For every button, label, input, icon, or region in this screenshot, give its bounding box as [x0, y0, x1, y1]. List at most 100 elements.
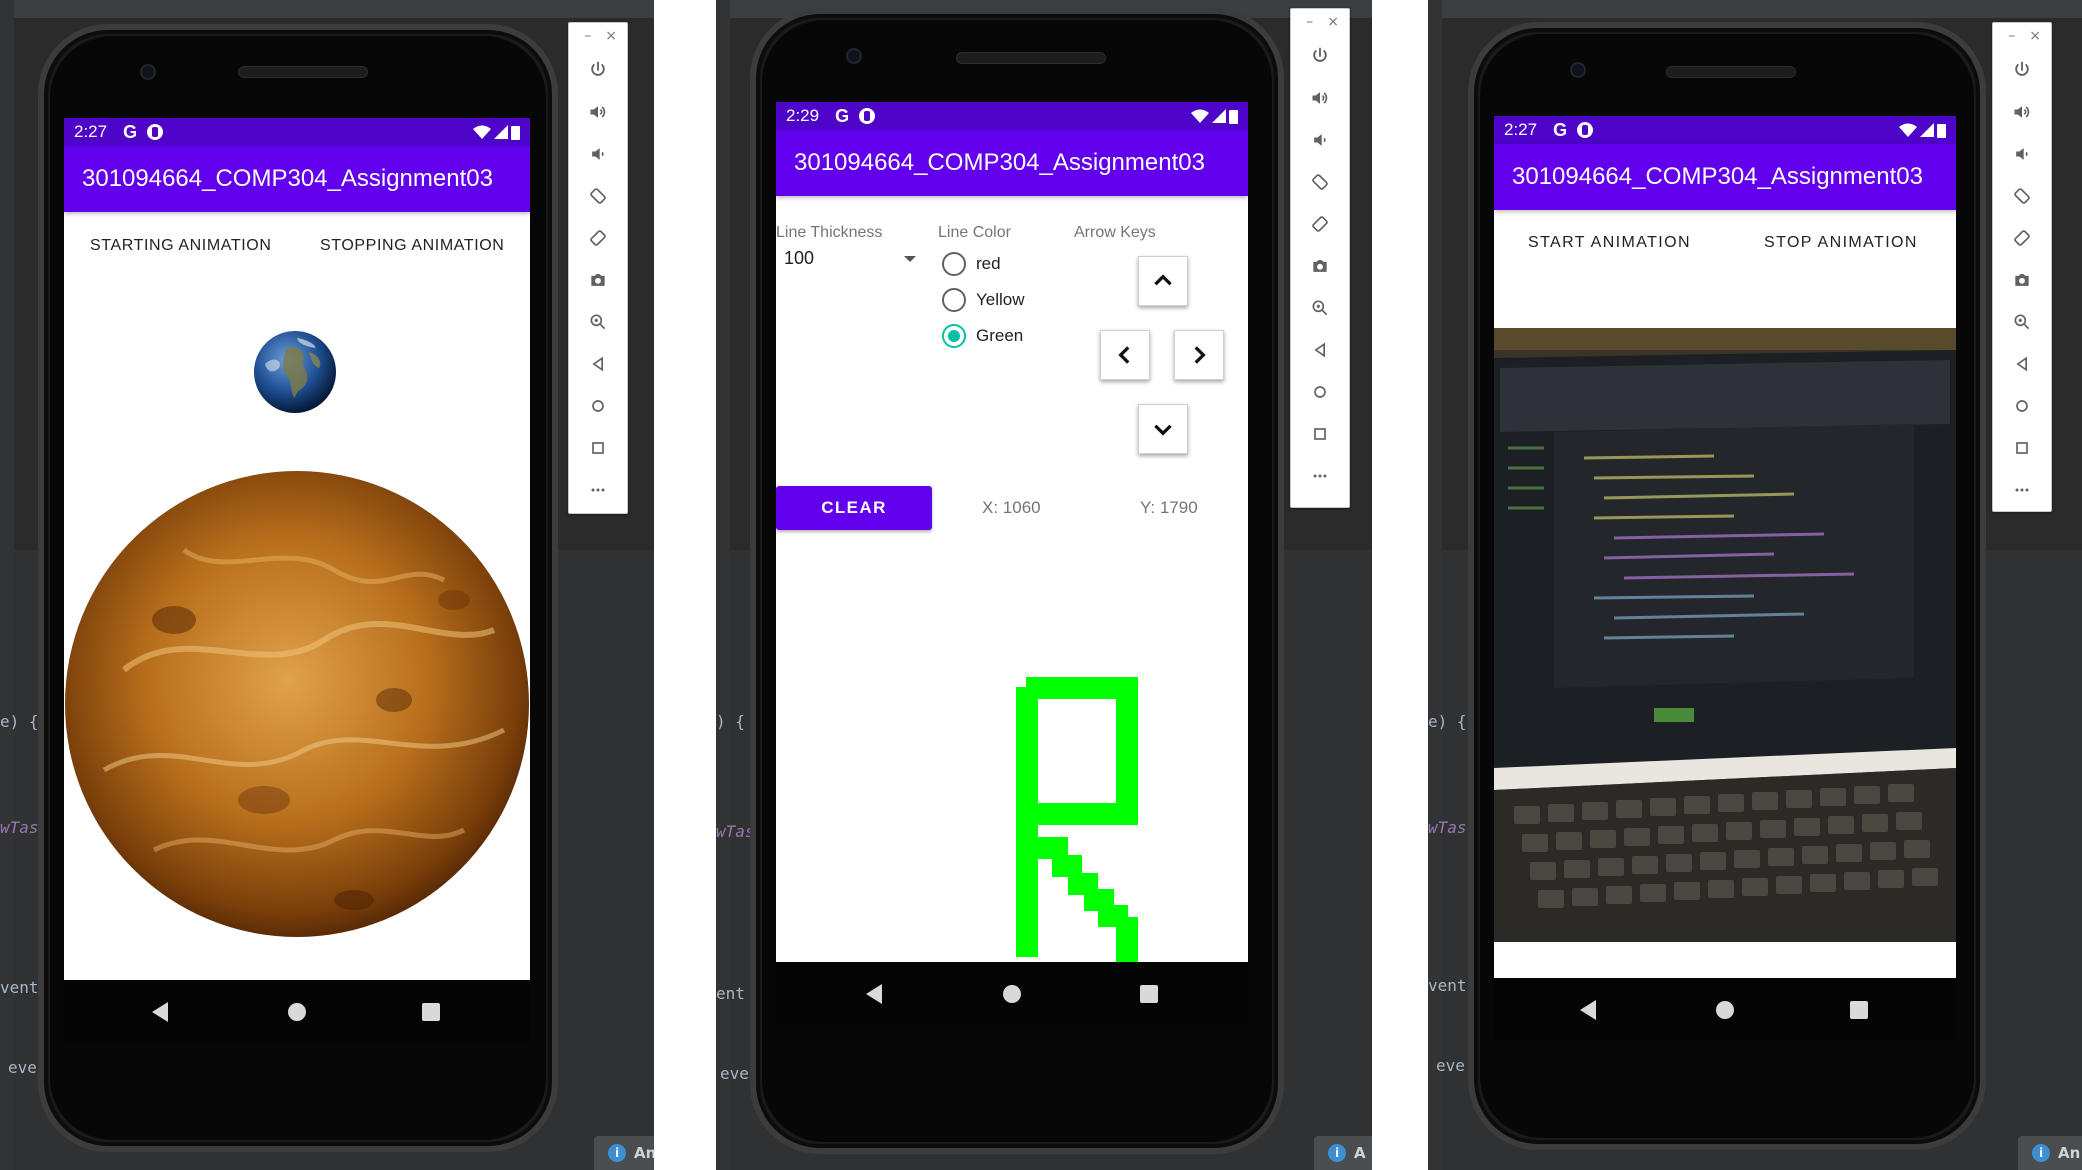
nav-home-icon[interactable] [1716, 1001, 1734, 1019]
arrow-left-button[interactable] [1100, 330, 1150, 380]
overview-icon[interactable] [1993, 427, 2051, 469]
front-camera [140, 64, 156, 80]
camera-icon[interactable] [1291, 245, 1349, 287]
more-icon[interactable] [569, 469, 627, 511]
close-icon[interactable]: × [605, 28, 617, 49]
power-icon[interactable] [1993, 49, 2051, 91]
code-fragment: e) { [1428, 712, 1467, 731]
power-icon[interactable] [569, 49, 627, 91]
rotate-right-icon[interactable] [1993, 217, 2051, 259]
y-coordinate-label: Y: 1790 [1140, 498, 1198, 517]
back-icon[interactable] [569, 343, 627, 385]
info-chip-label: An [2058, 1144, 2081, 1162]
battery-icon [511, 125, 520, 140]
camera-icon[interactable] [569, 259, 627, 301]
arrow-right-button[interactable] [1174, 330, 1224, 380]
zoom-icon[interactable] [1291, 287, 1349, 329]
front-camera [846, 48, 862, 64]
rotate-right-icon[interactable] [1291, 203, 1349, 245]
earpiece-speaker [238, 66, 368, 78]
minimize-icon[interactable]: – [584, 28, 591, 49]
more-icon[interactable] [1993, 469, 2051, 511]
emulator-panel-2: ) { wTas ent eve iA – × 2:29 G 301094664… [716, 0, 1372, 1170]
earth-image [254, 331, 336, 413]
drawing-canvas[interactable] [1012, 677, 1144, 967]
event-log-chip[interactable]: i An [594, 1136, 654, 1170]
arrow-down-button[interactable] [1138, 404, 1188, 454]
radio-green[interactable]: Green [942, 324, 1023, 348]
event-log-chip[interactable]: i An [2018, 1136, 2082, 1170]
starting-animation-button[interactable]: STARTING ANIMATION [90, 237, 271, 255]
earpiece-speaker [1666, 66, 1796, 78]
status-time: 2:27 [1504, 120, 1538, 139]
emulator-panel-3: e) { wTas vent eve i An – × 2:27 G 30109… [1428, 0, 2082, 1170]
clear-button[interactable]: CLEAR [776, 486, 932, 530]
phone-frame: 2:29 G 301094664_COMP304_Assignment03 Li… [750, 8, 1284, 1154]
minimize-icon[interactable]: – [2008, 28, 2015, 49]
minimize-icon[interactable]: – [1306, 14, 1313, 35]
rotate-left-icon[interactable] [569, 175, 627, 217]
close-icon[interactable]: × [1327, 14, 1339, 35]
nav-overview-icon[interactable] [1140, 985, 1158, 1003]
wifi-icon [1191, 109, 1209, 123]
earpiece-speaker [956, 52, 1106, 64]
stopping-animation-button[interactable]: STOPPING ANIMATION [320, 237, 504, 255]
home-icon[interactable] [1993, 385, 2051, 427]
stop-animation-button[interactable]: STOP ANIMATION [1764, 234, 1918, 252]
more-icon[interactable] [1291, 455, 1349, 497]
chevron-up-icon [1154, 274, 1172, 286]
arrow-up-button[interactable] [1138, 256, 1188, 306]
code-fragment: ent [716, 984, 745, 1003]
nav-overview-icon[interactable] [1850, 1001, 1868, 1019]
radio-yellow[interactable]: Yellow [942, 288, 1025, 312]
nav-back-icon[interactable] [866, 984, 882, 1004]
volume-up-icon[interactable] [1291, 77, 1349, 119]
volume-down-icon[interactable] [569, 133, 627, 175]
toolbar-window-controls: – × [1993, 23, 2051, 49]
ide-strip [1428, 0, 2082, 18]
radio-circle[interactable] [942, 324, 966, 348]
info-chip-label: A [1354, 1144, 1366, 1162]
radio-circle[interactable] [942, 252, 966, 276]
volume-down-icon[interactable] [1291, 119, 1349, 161]
start-animation-button[interactable]: START ANIMATION [1528, 234, 1691, 252]
close-icon[interactable]: × [2029, 28, 2041, 49]
zoom-icon[interactable] [569, 301, 627, 343]
line-thickness-spinner[interactable]: 100 [784, 248, 814, 269]
nav-home-icon[interactable] [1003, 985, 1021, 1003]
status-bar: 2:27 G [64, 118, 530, 146]
back-icon[interactable] [1993, 343, 2051, 385]
wifi-icon [473, 125, 491, 139]
back-icon[interactable] [1291, 329, 1349, 371]
power-icon[interactable] [1291, 35, 1349, 77]
rotate-left-icon[interactable] [1291, 161, 1349, 203]
volume-up-icon[interactable] [1993, 91, 2051, 133]
nav-back-icon[interactable] [152, 1002, 168, 1022]
rotate-right-icon[interactable] [569, 217, 627, 259]
code-fragment: wTas [716, 822, 755, 841]
radio-label: Green [976, 326, 1024, 345]
volume-down-icon[interactable] [1993, 133, 2051, 175]
drawn-letter-r [1016, 677, 1138, 963]
overview-icon[interactable] [1291, 413, 1349, 455]
camera-icon[interactable] [1993, 259, 2051, 301]
radio-label: red [976, 254, 1001, 273]
rotate-left-icon[interactable] [1993, 175, 2051, 217]
toolbar-window-controls: – × [1291, 9, 1349, 35]
radio-circle[interactable] [942, 288, 966, 312]
battery-icon [1937, 123, 1946, 138]
chevron-down-icon[interactable] [904, 256, 916, 262]
home-icon[interactable] [569, 385, 627, 427]
event-log-chip[interactable]: iA [1314, 1136, 1372, 1170]
nav-overview-icon[interactable] [422, 1003, 440, 1021]
zoom-icon[interactable] [1993, 301, 2051, 343]
status-bar: 2:29 G [776, 102, 1248, 130]
overview-icon[interactable] [569, 427, 627, 469]
home-icon[interactable] [1291, 371, 1349, 413]
code-fragment: wTas [1428, 818, 1467, 837]
volume-up-icon[interactable] [569, 91, 627, 133]
radio-red[interactable]: red [942, 252, 1001, 276]
nav-home-icon[interactable] [288, 1003, 306, 1021]
nav-back-icon[interactable] [1580, 1000, 1596, 1020]
emulator-toolbar: – × [1290, 8, 1350, 508]
